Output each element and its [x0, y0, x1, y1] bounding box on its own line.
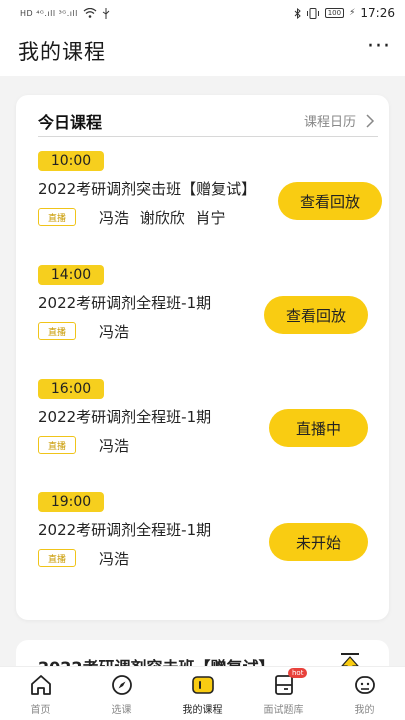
lesson-title[interactable]: 2022考研调剂全程班-1期: [38, 519, 211, 540]
wifi-icon: [83, 8, 97, 18]
bottom-tab-bar: 首页 选课 我的课程 hot 面试题库 我的: [0, 666, 405, 720]
tab-label: 我的: [354, 705, 375, 716]
lesson-teachers: 冯浩: [99, 550, 130, 568]
lesson-time: 16:00: [38, 379, 104, 399]
chevron-right-icon: [366, 113, 375, 128]
tab-my-courses[interactable]: 我的课程: [162, 673, 243, 716]
tab-label: 首页: [30, 705, 51, 716]
lesson-title[interactable]: 2022考研调剂全程班-1期: [38, 292, 211, 313]
lesson-teachers: 冯浩: [99, 437, 130, 455]
tab-home[interactable]: 首页: [0, 673, 81, 716]
lesson-time: 19:00: [38, 492, 104, 512]
status-bar: HD ⁴ᴳ.ıll ³ᴳ.ıll 100 ⚡ 17:26: [0, 0, 405, 26]
clock: 17:26: [360, 6, 395, 20]
more-options-icon[interactable]: ···: [367, 36, 391, 58]
tab-label: 面试题库: [263, 705, 304, 716]
card-title: 今日课程: [38, 112, 103, 132]
live-tag: 直播: [38, 322, 76, 340]
course-icon: [191, 676, 214, 694]
lesson-teachers: 冯浩 谢欣欣 肖宁: [99, 209, 226, 227]
charging-icon: ⚡: [349, 8, 356, 18]
lesson-time: 14:00: [38, 265, 104, 285]
view-replay-button[interactable]: 查看回放: [264, 296, 368, 334]
view-replay-button[interactable]: 查看回放: [278, 182, 382, 220]
card-header: 今日课程 课程日历: [38, 105, 378, 137]
live-now-button[interactable]: 直播中: [269, 409, 368, 447]
signal-icons: HD ⁴ᴳ.ıll ³ᴳ.ıll: [20, 8, 78, 18]
usb-icon: [102, 7, 110, 19]
home-icon: [30, 675, 51, 695]
tab-profile[interactable]: 我的: [324, 673, 405, 716]
lesson-teachers: 冯浩: [99, 323, 130, 341]
status-right: 100 ⚡ 17:26: [294, 6, 395, 20]
hot-badge: hot: [288, 668, 308, 678]
not-started-button[interactable]: 未开始: [269, 523, 368, 561]
live-tag: 直播: [38, 549, 76, 567]
lesson-title[interactable]: 2022考研调剂全程班-1期: [38, 406, 211, 427]
app-header: 我的课程 ···: [0, 26, 405, 76]
lesson-time: 10:00: [38, 151, 104, 171]
tab-label: 我的课程: [182, 705, 223, 716]
lesson-title[interactable]: 2022考研调剂突击班【赠复试】: [38, 178, 256, 199]
calendar-link-label: 课程日历: [303, 115, 356, 130]
tab-label: 选课: [111, 705, 132, 716]
status-left: HD ⁴ᴳ.ıll ³ᴳ.ıll: [20, 7, 110, 19]
live-tag: 直播: [38, 208, 76, 226]
bluetooth-icon: [294, 7, 301, 19]
compass-icon: [111, 675, 132, 695]
course-calendar-link[interactable]: 课程日历: [304, 111, 378, 130]
profile-icon: [354, 676, 375, 694]
today-courses-card: 今日课程 课程日历 10:00 2022考研调剂突击班【赠复试】 直播 冯浩 谢…: [16, 95, 389, 620]
tab-course-selection[interactable]: 选课: [81, 673, 162, 716]
live-tag: 直播: [38, 436, 76, 454]
battery-icon: 100: [324, 8, 345, 18]
tab-question-bank[interactable]: hot 面试题库: [243, 668, 324, 716]
vibrate-icon: [306, 7, 319, 19]
page-title: 我的课程: [18, 40, 106, 64]
